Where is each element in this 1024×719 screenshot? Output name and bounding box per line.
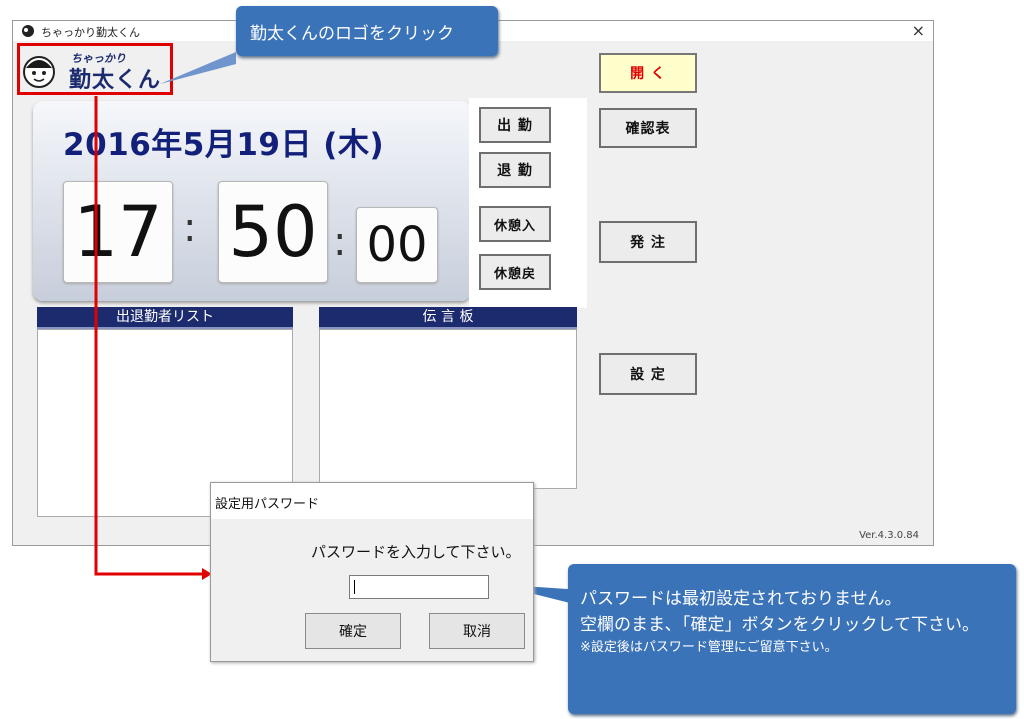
text-caret <box>354 580 355 594</box>
logo-click-callout: 勤太くんのロゴをクリック <box>236 6 498 56</box>
password-input[interactable] <box>349 575 489 599</box>
callout-note: ※設定後はパスワード管理にご留意下さい。 <box>580 640 838 655</box>
dialog-title-bar: 設定用パスワード <box>211 483 533 519</box>
cancel-button[interactable]: 取消 <box>429 613 525 649</box>
dialog-title: 設定用パスワード <box>215 497 320 512</box>
callout-line: パスワードは最初設定されておりません。 <box>580 589 902 609</box>
password-dialog: 設定用パスワード パスワードを入力して下さい。 確定 取消 <box>210 482 534 662</box>
password-info-callout: パスワードは最初設定されておりません。 空欄のまま､「確定」ボタンをクリックして… <box>568 564 1016 714</box>
dialog-message: パスワードを入力して下さい。 <box>311 543 521 561</box>
confirm-button[interactable]: 確定 <box>305 613 401 649</box>
callout-line: 空欄のまま､「確定」ボタンをクリックして下さい。 <box>580 615 979 635</box>
